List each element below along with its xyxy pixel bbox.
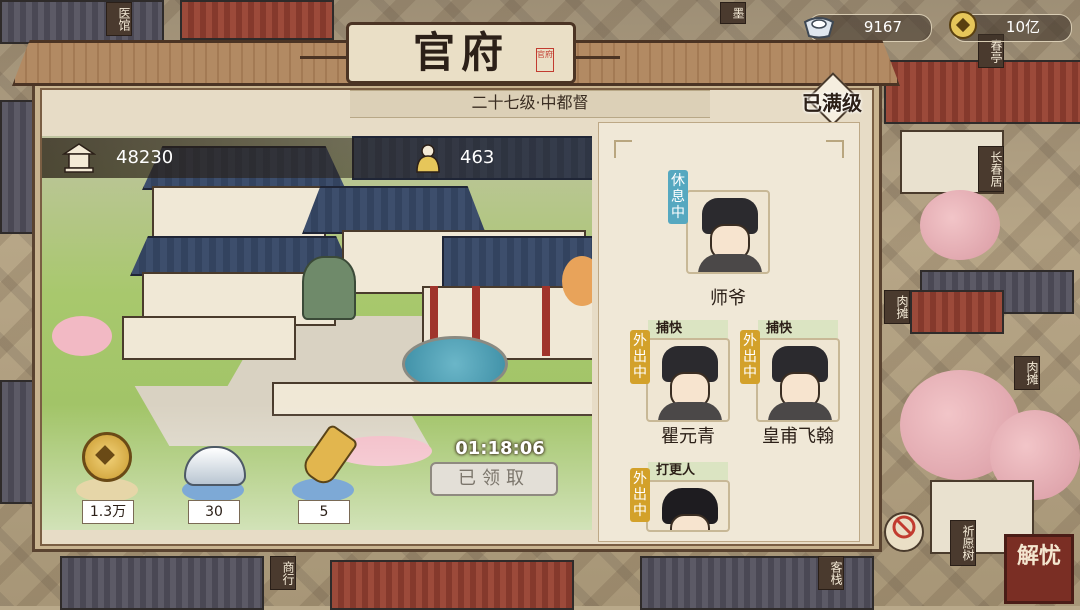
prosperity-value: 48230 <box>116 147 174 168</box>
reward-token-amount: 5 <box>298 500 350 524</box>
flower-bush <box>52 316 112 356</box>
silver-ingot-icon <box>802 12 836 40</box>
town-sign: 客栈 <box>818 556 844 590</box>
town-roof <box>0 380 36 504</box>
status-tag: 外出中 <box>630 330 650 384</box>
town-tree <box>920 190 1000 260</box>
corner-ornament <box>614 140 632 158</box>
copper-coin-icon <box>82 432 132 482</box>
status-tag: 外出中 <box>630 468 650 522</box>
corner-ornament <box>826 140 844 158</box>
mood-button[interactable] <box>884 512 924 552</box>
town-sign: 肉摊 <box>1014 356 1040 390</box>
claimed-button[interactable]: 已领取 <box>430 462 558 496</box>
staff-role: 打更人 <box>648 462 728 480</box>
silver-amount: 9167 <box>863 18 902 36</box>
staff-portrait[interactable] <box>756 338 840 422</box>
red-seal-stamp: 官府 <box>536 48 554 72</box>
staff-role: 捕快 <box>758 320 838 338</box>
rockery <box>302 256 356 320</box>
building-wall <box>152 186 326 240</box>
staff-name: 皇甫飞翰 <box>762 426 834 447</box>
town-sign: 墨 <box>720 2 746 24</box>
pavilion-icon <box>61 142 97 174</box>
town-sign: 祈愿树 <box>950 520 976 566</box>
town-roof <box>330 560 574 610</box>
reward-timer: 01:18:06 <box>455 438 545 459</box>
town-roof <box>60 556 264 610</box>
staff-name: 师爷 <box>710 288 746 309</box>
town-sign: 长春居 <box>978 146 1004 192</box>
town-sign: 医馆 <box>106 2 132 36</box>
town-sign: 商行 <box>270 556 296 590</box>
staff-portrait[interactable] <box>646 338 730 422</box>
town-roof <box>0 100 36 234</box>
pillar <box>542 286 550 356</box>
population-value: 463 <box>460 147 495 168</box>
copper-amount: 10亿 <box>1005 18 1040 36</box>
status-tag: 休息中 <box>668 170 688 224</box>
town-roof <box>180 0 334 40</box>
max-level-text: 已满级 <box>802 91 862 115</box>
corner-logo[interactable]: 解忧 <box>1004 534 1074 604</box>
town-roof <box>884 60 1080 124</box>
reward-copper-amount: 1.3万 <box>82 500 134 524</box>
building-roof <box>302 186 486 234</box>
staff-role: 捕快 <box>648 320 728 338</box>
staff-name: 瞿元青 <box>661 426 715 447</box>
status-tag: 外出中 <box>740 330 760 384</box>
no-sign-icon <box>892 515 916 539</box>
gourd-icon <box>414 142 442 174</box>
staff-portrait[interactable] <box>646 480 730 532</box>
level-text: 二十七级·中都督 <box>471 93 589 112</box>
compound-wall <box>122 316 296 360</box>
copper-coin-icon <box>948 10 978 40</box>
town-roof <box>910 290 1004 334</box>
town-roof <box>0 0 164 44</box>
reward-silver-amount: 30 <box>188 500 240 524</box>
staff-portrait[interactable] <box>686 190 770 274</box>
town-sign: 肉摊 <box>884 290 910 324</box>
